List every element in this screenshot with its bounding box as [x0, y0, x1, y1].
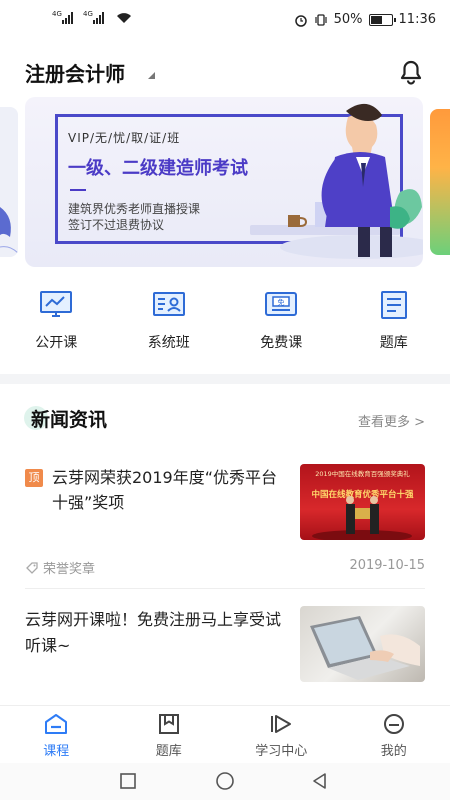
tab-label: 学习中心 — [255, 744, 308, 759]
svg-text:免: 免 — [278, 298, 285, 307]
signal-label: 4G — [83, 10, 93, 18]
play-learning-icon — [271, 715, 292, 733]
system-navigation-bar — [0, 763, 450, 800]
quick-nav-label: 免费课 — [260, 335, 303, 351]
tab-question-bank[interactable]: 题库 — [113, 706, 226, 763]
banner-line1: 建筑界优秀老师直播授课 — [68, 202, 201, 216]
news-item[interactable]: 云芽网开课啦！免费注册马上享受试听课~ — [0, 604, 450, 694]
news-category-label: 荣誉奖章 — [43, 562, 96, 577]
course-icon — [45, 714, 68, 734]
signal-icon-2: 4G — [83, 10, 104, 24]
news-item[interactable]: 顶 云芽网荣获2019年度“优秀平台十强”奖项 2019中国在线教育百强颁奖典礼… — [0, 462, 450, 582]
tab-learning-center[interactable]: 学习中心 — [225, 706, 338, 763]
tab-label: 我的 — [380, 744, 407, 759]
signal-icon: 4G — [52, 10, 73, 24]
news-thumbnail — [300, 606, 425, 682]
pinned-badge: 顶 — [25, 469, 43, 487]
quick-nav: 公开课 系统班 免 免费课 题库 — [0, 290, 450, 362]
section-divider — [0, 374, 450, 384]
battery-percent: 50% — [333, 12, 363, 27]
tag-icon — [26, 561, 38, 574]
banner-peek-right[interactable] — [430, 109, 450, 255]
banner-divider — [70, 189, 86, 191]
monitor-chart-icon — [40, 291, 73, 317]
banner-carousel[interactable]: VIP/无/忧/取/证/班 一级、二级建造师考试 建筑界优秀老师直播授课 签订不… — [0, 97, 450, 267]
tab-label: 题库 — [155, 744, 182, 759]
news-category: 荣誉奖章 — [25, 558, 95, 577]
news-section-header: 新闻资讯 查看更多 > — [0, 400, 450, 436]
clock: 11:36 — [398, 12, 436, 27]
wifi-icon — [117, 13, 131, 23]
home-icon[interactable] — [215, 771, 235, 791]
quick-nav-label: 系统班 — [147, 335, 190, 351]
vibrate-icon — [315, 13, 327, 26]
banner-kicker: VIP/无/忧/取/证/班 — [68, 131, 181, 145]
tab-mine[interactable]: 我的 — [338, 706, 450, 763]
question-bank-icon — [380, 291, 407, 319]
free-ticket-icon: 免 — [265, 292, 298, 316]
profile-face-icon — [383, 714, 404, 734]
quick-nav-system-class[interactable]: 系统班 — [113, 290, 226, 362]
banner-peek-left[interactable] — [0, 107, 18, 257]
news-thumbnail: 2019中国在线教育百强颁奖典礼 中国在线教育优秀平台十强 — [300, 464, 425, 540]
recent-apps-icon[interactable] — [118, 771, 138, 791]
app-header: 注册会计师 — [0, 52, 450, 92]
quick-nav-open-course[interactable]: 公开课 — [0, 290, 113, 362]
news-section-title: 新闻资讯 — [31, 409, 108, 431]
dropdown-caret-icon[interactable] — [148, 72, 155, 79]
status-right: 50% 11:36 — [294, 12, 436, 27]
tab-label: 课程 — [43, 744, 70, 759]
battery-icon — [368, 13, 396, 26]
news-title: 云芽网开课啦！免费注册马上享受试听课~ — [25, 610, 282, 655]
bell-icon[interactable] — [396, 56, 426, 86]
view-more-link[interactable]: 查看更多 > — [358, 411, 425, 430]
banner-title: 一级、二级建造师考试 — [68, 158, 248, 179]
tab-course[interactable]: 课程 — [0, 706, 113, 763]
alarm-icon — [294, 14, 307, 27]
banner-line2: 签订不过退费协议 — [68, 218, 165, 232]
quick-nav-label: 公开课 — [35, 335, 78, 351]
bookmark-book-icon — [158, 714, 179, 734]
exam-category-title[interactable]: 注册会计师 — [25, 58, 125, 87]
quick-nav-question-bank[interactable]: 题库 — [338, 290, 450, 362]
news-date: 2019-10-15 — [349, 558, 425, 573]
signal-label: 4G — [52, 10, 62, 18]
quick-nav-free-course[interactable]: 免 免费课 — [225, 290, 338, 362]
banner-slide[interactable]: VIP/无/忧/取/证/班 一级、二级建造师考试 建筑界优秀老师直播授课 签订不… — [25, 97, 423, 267]
news-title: 云芽网荣获2019年度“优秀平台十强”奖项 — [52, 468, 278, 512]
signal-group: 4G 4G — [52, 10, 132, 24]
quick-nav-label: 题库 — [379, 335, 408, 351]
status-bar: 4G 4G 50% 11:36 — [0, 0, 450, 40]
back-icon[interactable] — [310, 771, 330, 791]
bottom-tab-bar: 课程 题库 学习中心 我的 — [0, 705, 450, 763]
teacher-illustration — [250, 103, 423, 259]
profile-card-icon — [152, 292, 185, 316]
news-separator — [25, 588, 425, 589]
